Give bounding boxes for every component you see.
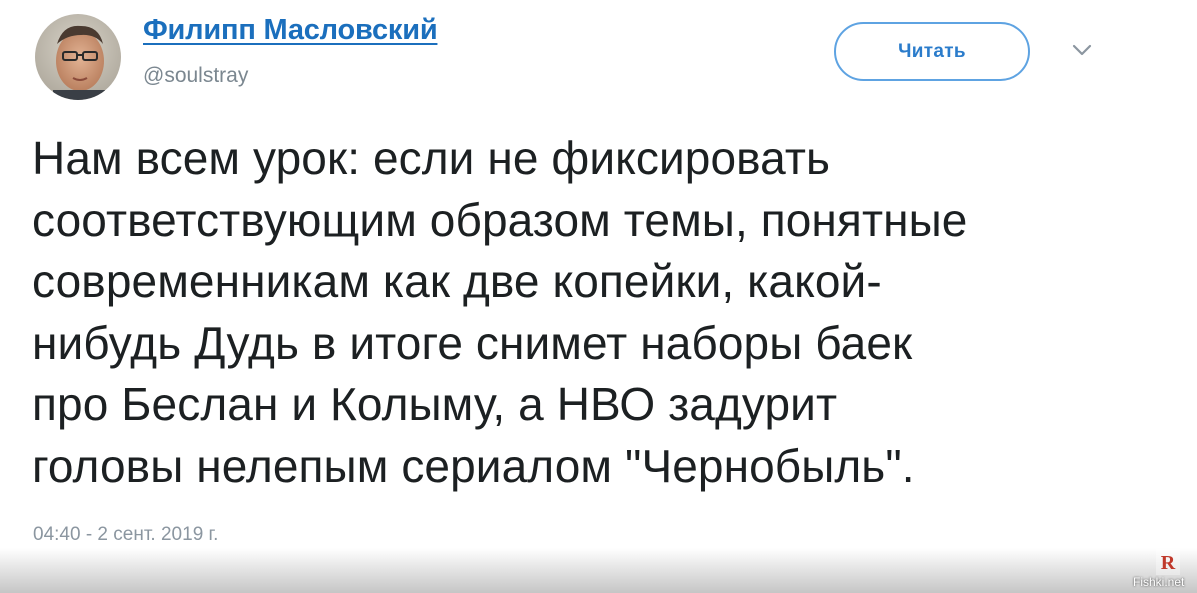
watermark-logo-letter: R bbox=[1161, 552, 1176, 574]
watermark-site: Fishki.net bbox=[1133, 575, 1185, 589]
avatar[interactable] bbox=[35, 14, 121, 100]
tweet-text: Нам всем урок: если не фиксировать соотв… bbox=[32, 132, 968, 492]
follow-button[interactable]: Читать bbox=[834, 22, 1030, 81]
author-handle[interactable]: @soulstray bbox=[143, 64, 248, 88]
avatar-image bbox=[35, 14, 121, 100]
tweet-timestamp[interactable]: 04:40 - 2 сент. 2019 г. bbox=[33, 524, 218, 546]
author-name[interactable]: Филипп Масловский bbox=[143, 14, 438, 47]
follow-button-label: Читать bbox=[898, 40, 966, 62]
fishki-logo-icon: R bbox=[1155, 548, 1181, 576]
bottom-fade-overlay bbox=[0, 548, 1197, 593]
chevron-down-icon[interactable] bbox=[1069, 40, 1095, 60]
